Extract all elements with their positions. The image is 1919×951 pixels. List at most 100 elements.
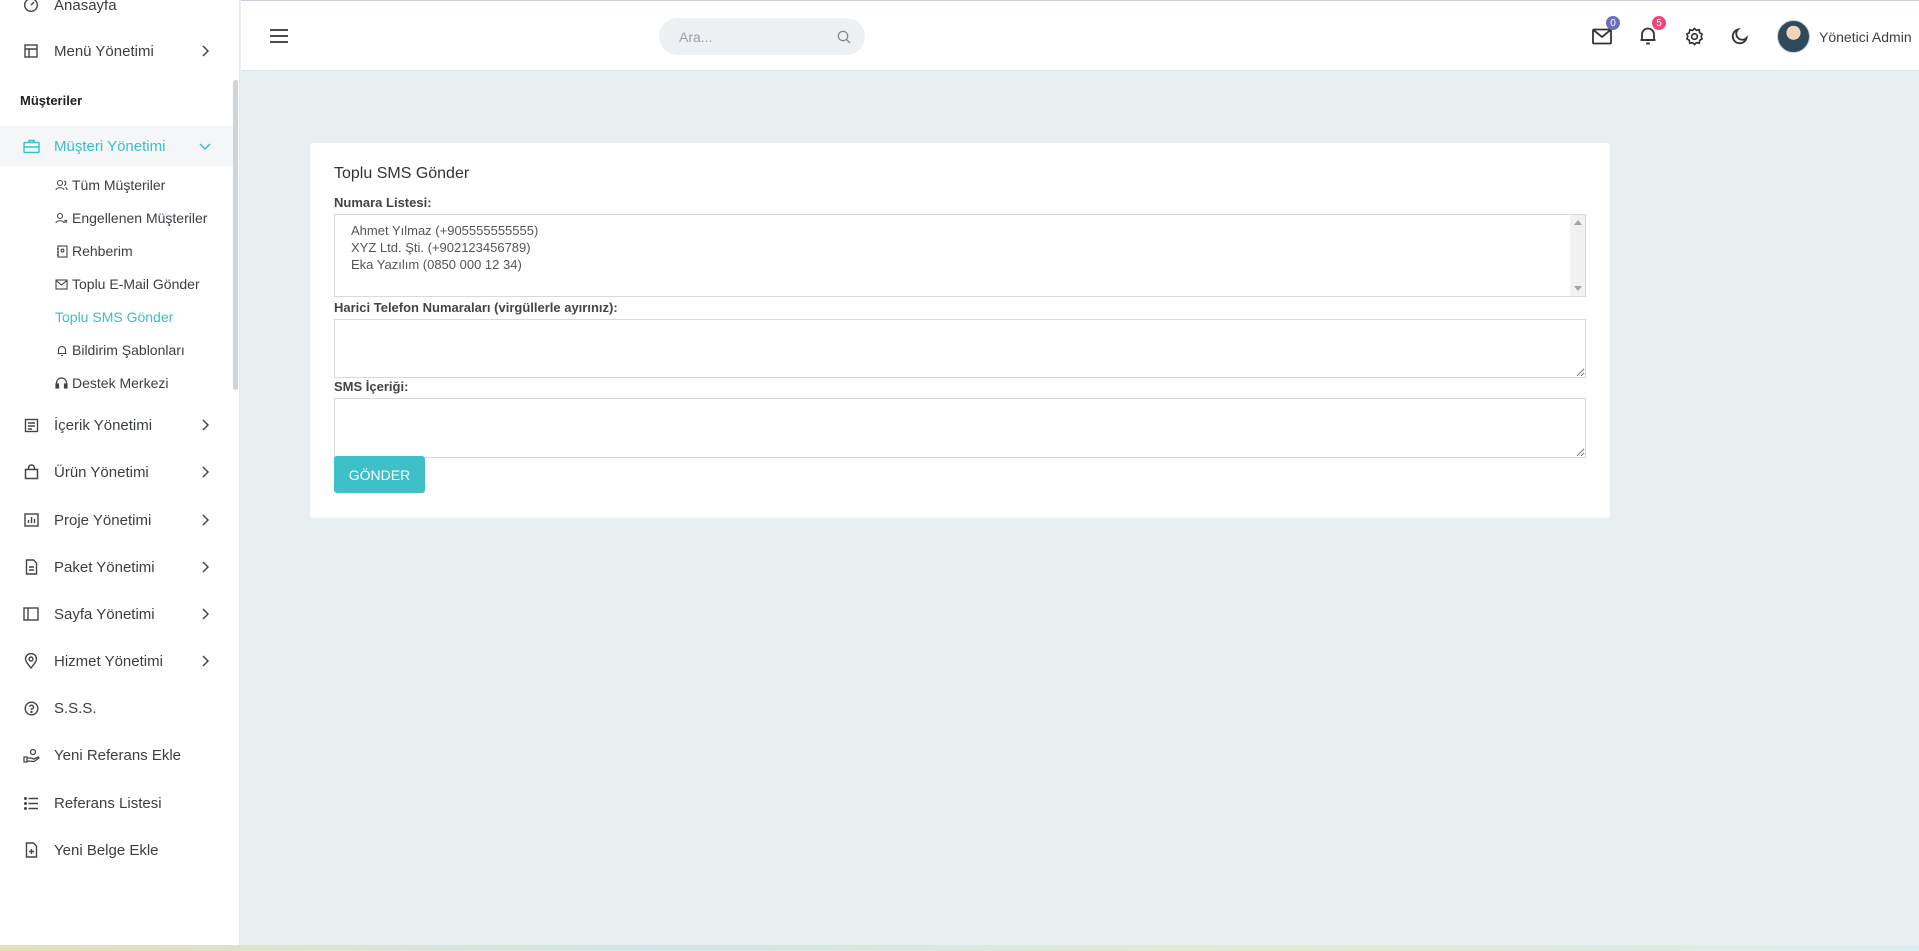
sidebar-item-yeni-referans-ekle[interactable]: Yeni Referans Ekle [0,735,236,775]
sidebar-item-sss[interactable]: S.S.S. [0,688,236,728]
bell-icon [55,344,68,357]
sidebar-item-label: Yeni Referans Ekle [54,746,182,764]
mail-badge: 0 [1606,16,1620,30]
sidebar-item-label: Referans Listesi [54,794,162,812]
map-pin-icon [21,651,41,671]
sidebar-subitem-bildirim-sablonlari[interactable]: Bildirim Şablonları [55,342,185,358]
sms-content-textarea[interactable] [334,398,1586,458]
list-icon [21,793,41,813]
sidebar-item-label: Ürün Yönetimi [54,463,149,481]
mail-button[interactable]: 0 [1591,16,1620,47]
number-list-option[interactable]: XYZ Ltd. Şti. (+902123456789) [351,239,1569,256]
number-list-scrollbar[interactable] [1570,215,1585,296]
scroll-down-arrow-icon[interactable] [1574,286,1582,291]
chevron-right-icon [198,419,212,431]
bottom-strip [0,945,1919,951]
users-icon [55,179,68,192]
document-icon [21,557,41,577]
sidebar-item-sayfa-yonetimi[interactable]: Sayfa Yönetimi [0,594,236,634]
chevron-right-icon [198,466,212,478]
search-input[interactable] [679,28,837,45]
hand-coin-icon [21,745,41,765]
avatar[interactable] [1777,20,1810,53]
sidebar-subitem-label: Rehberim [72,243,133,259]
number-list-label: Numara Listesi: [334,195,432,210]
sms-form-card: Toplu SMS Gönder Numara Listesi: Ahmet Y… [310,143,1610,518]
sidebar-item-urun-yonetimi[interactable]: Ürün Yönetimi [0,452,236,492]
search-icon[interactable] [837,30,851,44]
sidebar-subitem-rehberim[interactable]: Rehberim [55,243,133,259]
number-list-option[interactable]: Eka Yazılım (0850 000 12 34) [351,256,1569,273]
sidebar-subitem-engellenen-musteriler[interactable]: Engellenen Müşteriler [55,210,207,226]
sidebar-subitem-label: Toplu E-Mail Gönder [72,276,200,292]
bell-icon [1639,26,1657,46]
theme-toggle-button[interactable] [1729,25,1751,47]
content-icon [21,415,41,435]
sidebar-item-yeni-belge-ekle[interactable]: Yeni Belge Ekle [0,830,236,870]
sidebar-subitem-label: Bildirim Şablonları [72,342,185,358]
sidebar-item-referans-listesi[interactable]: Referans Listesi [0,783,236,823]
top-header: 0 5 Yönetici Admin [241,0,1919,71]
notification-badge: 5 [1652,16,1666,30]
sidebar-item-label: S.S.S. [54,699,97,717]
chevron-right-icon [198,45,212,57]
sidebar-item-anasayfa[interactable]: Anasayfa [0,0,236,25]
sidebar: Anasayfa Menü Yönetimi Müşteriler Müşter… [0,0,240,951]
chevron-right-icon [198,561,212,573]
external-numbers-label: Harici Telefon Numaraları (virgüllerle a… [334,300,618,315]
chevron-right-icon [198,514,212,526]
sms-content-label: SMS İçeriği: [334,379,409,394]
sidebar-subitem-tum-musteriler[interactable]: Tüm Müşteriler [55,177,165,193]
sidebar-subitem-label: Engellenen Müşteriler [72,210,208,226]
sidebar-item-menu-yonetimi[interactable]: Menü Yönetimi [0,31,236,71]
sidebar-item-label: Proje Yönetimi [54,511,152,529]
contacts-book-icon [55,244,68,258]
sidebar-subitem-destek-merkezi[interactable]: Destek Merkezi [55,375,168,391]
sidebar-item-icerik-yonetimi[interactable]: İçerik Yönetimi [0,405,236,445]
send-button[interactable]: GÖNDER [334,456,425,493]
file-plus-icon [21,840,41,860]
sidebar-item-musteri-yonetimi[interactable]: Müşteri Yönetimi [0,126,236,166]
scroll-up-arrow-icon[interactable] [1574,220,1582,225]
sidebar-scrollbar[interactable] [233,80,238,390]
sidebar-section-title: Müşteriler [20,93,83,108]
number-list-select[interactable]: Ahmet Yılmaz (+905555555555) XYZ Ltd. Şt… [334,214,1586,297]
mail-icon [55,278,68,291]
sidebar-subitem-label: Destek Merkezi [72,375,169,391]
chevron-down-icon [198,142,212,150]
sidebar-item-label: Paket Yönetimi [54,558,155,576]
question-circle-icon [21,698,41,718]
headset-icon [55,377,68,390]
bar-chart-icon [21,510,41,530]
sidebar-item-label: İçerik Yönetimi [54,416,153,434]
external-numbers-textarea[interactable] [334,319,1586,378]
sidebar-item-label: Menü Yönetimi [54,42,154,60]
sidebar-subitem-toplu-email[interactable]: Toplu E-Mail Gönder [55,276,200,292]
user-name[interactable]: Yönetici Admin [1819,29,1912,45]
moon-icon [1731,27,1749,45]
shopping-bag-icon [21,462,41,482]
page-title: Toplu SMS Gönder [334,165,470,182]
dashboard-icon [21,0,41,15]
sidebar-item-label: Anasayfa [54,0,117,14]
sidebar-layout-icon [21,604,41,624]
sidebar-item-proje-yonetimi[interactable]: Proje Yönetimi [0,500,236,540]
settings-button[interactable] [1683,25,1705,47]
sidebar-item-label: Hizmet Yönetimi [54,652,163,670]
chevron-right-icon [198,608,212,620]
sidebar-subitem-label: Tüm Müşteriler [72,177,166,193]
sidebar-item-label: Yeni Belge Ekle [54,841,159,859]
layout-icon [21,41,41,61]
sidebar-item-label: Sayfa Yönetimi [54,605,155,623]
hamburger-menu-icon[interactable] [269,26,289,46]
sidebar-subitem-label: Toplu SMS Gönder [55,309,174,325]
briefcase-icon [21,136,41,156]
sidebar-item-paket-yonetimi[interactable]: Paket Yönetimi [0,547,236,587]
notification-button[interactable]: 5 [1637,16,1666,47]
sidebar-subitem-toplu-sms[interactable]: Toplu SMS Gönder [55,309,173,325]
number-list-option[interactable]: Ahmet Yılmaz (+905555555555) [351,222,1569,239]
sidebar-item-hizmet-yonetimi[interactable]: Hizmet Yönetimi [0,641,236,681]
mail-icon [1592,28,1612,45]
search-box [659,18,865,55]
user-x-icon [55,212,68,225]
